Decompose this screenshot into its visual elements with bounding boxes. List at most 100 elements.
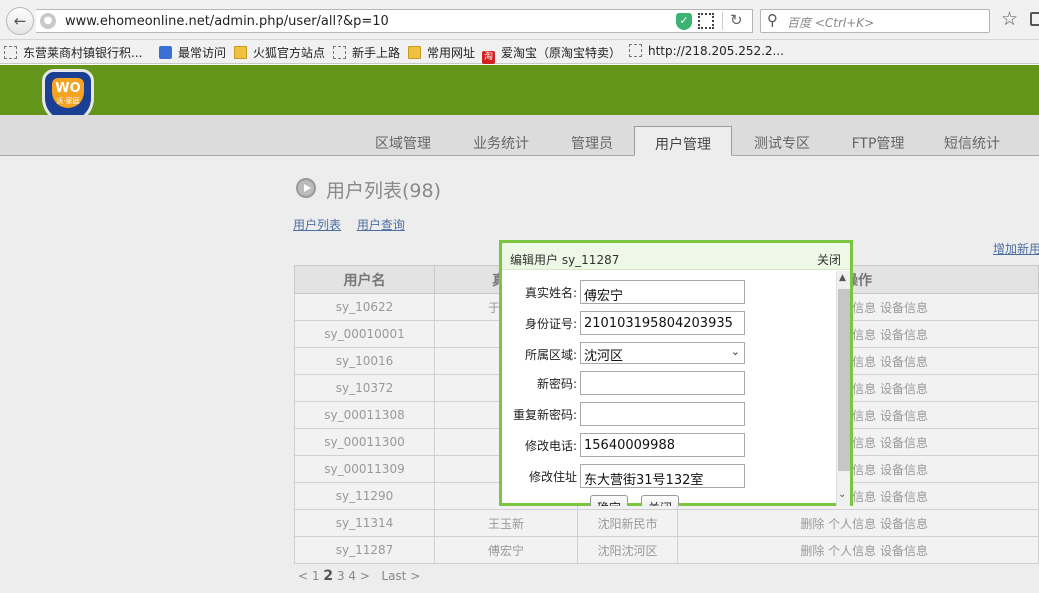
link-user-query[interactable]: 用户查询 xyxy=(357,218,405,232)
cell-username: sy_00011300 xyxy=(294,428,435,456)
edit-user-dialog: 编辑用户 sy_11287 关闭 真实姓名: 傅宏宁 身份证号: 2101031… xyxy=(499,240,853,506)
field-real-name: 真实姓名: 傅宏宁 xyxy=(502,280,832,304)
cell-username: sy_11314 xyxy=(294,509,435,537)
pager-page-3[interactable]: 3 xyxy=(337,569,345,583)
bookmark-item[interactable]: 火狐官方站点 xyxy=(234,44,325,61)
dialog-body: 真实姓名: 傅宏宁 身份证号: 210103195804203935 所属区域:… xyxy=(502,271,837,506)
real-name-label: 真实姓名: xyxy=(524,286,577,300)
browser-toolbar: ← ● www.ehomeonline.net/admin.php/user/a… xyxy=(0,0,1039,40)
bookmark-item[interactable]: http://218.205.252.2... xyxy=(629,44,784,58)
page-title: 用户列表(98) xyxy=(326,180,442,202)
scroll-up-icon[interactable]: ▲ xyxy=(839,273,846,283)
pager-page-1[interactable]: 1 xyxy=(312,569,320,583)
scroll-down-icon[interactable]: ⌄ xyxy=(838,489,846,500)
field-address: 修改住址 东大营街31号132室 xyxy=(502,464,832,488)
main-nav: 区域管理 业务统计 管理员 用户管理 测试专区 FTP管理 短信统计 xyxy=(0,115,1039,156)
repeat-password-label: 重复新密码: xyxy=(512,408,577,422)
tab-test[interactable]: 测试专区 xyxy=(740,126,824,156)
search-box[interactable]: ⚲ 百度 <Ctrl+K> xyxy=(760,9,990,33)
cell-username: sy_00011308 xyxy=(294,401,435,429)
bookmark-item[interactable]: 最常访问 xyxy=(159,44,226,61)
logo-subtitle: 沃·家庭 xyxy=(56,97,80,105)
tab-ftp[interactable]: FTP管理 xyxy=(838,126,918,156)
tab-users[interactable]: 用户管理 xyxy=(634,126,732,156)
cell-username: sy_10016 xyxy=(294,347,435,375)
play-icon xyxy=(296,178,316,198)
cell-realname: 王玉新 xyxy=(434,509,578,537)
pagination: < 1 2 3 4 > Last > xyxy=(298,568,420,584)
field-repeat-password: 重复新密码: xyxy=(502,402,832,426)
confirm-button[interactable]: 确定 xyxy=(590,495,629,506)
tab-stats[interactable]: 业务统计 xyxy=(459,126,543,156)
repeat-password-input[interactable] xyxy=(580,402,745,426)
bookmark-star-icon[interactable]: ☆ xyxy=(1001,8,1018,30)
reload-icon[interactable]: ↻ xyxy=(730,11,743,29)
link-user-list[interactable]: 用户列表 xyxy=(293,218,341,232)
url-bar[interactable]: ● www.ehomeonline.net/admin.php/user/all… xyxy=(36,9,753,33)
cell-ops[interactable]: 删除 个人信息 设备信息 xyxy=(677,509,1039,537)
url-text[interactable]: www.ehomeonline.net/admin.php/user/all?&… xyxy=(65,14,389,29)
phone-input[interactable]: 15640009988 xyxy=(580,433,745,457)
new-password-input[interactable] xyxy=(580,371,745,395)
field-new-password: 新密码: xyxy=(502,371,832,395)
pager-page-4[interactable]: 4 xyxy=(348,569,356,583)
chevron-down-icon: ⌄ xyxy=(730,345,740,358)
dialog-title: 编辑用户 sy_11287 xyxy=(510,253,620,267)
add-user-link[interactable]: 增加新用 xyxy=(993,240,1039,257)
pager-last[interactable]: Last > xyxy=(381,569,420,583)
qr-code-icon[interactable] xyxy=(698,13,714,29)
new-password-label: 新密码: xyxy=(536,377,577,391)
id-card-input[interactable]: 210103195804203935 xyxy=(580,311,745,335)
globe-icon: ● xyxy=(40,13,56,29)
site-header xyxy=(0,65,1039,115)
address-label: 修改住址 xyxy=(528,470,577,484)
tab-region[interactable]: 区域管理 xyxy=(361,126,445,156)
real-name-input[interactable]: 傅宏宁 xyxy=(580,280,745,304)
bookmark-item[interactable]: 东营莱商村镇银行积... xyxy=(4,44,142,61)
cell-username: sy_11290 xyxy=(294,482,435,510)
dialog-scrollbar[interactable]: ▲ ⌄ xyxy=(836,271,850,506)
cell-username: sy_00011309 xyxy=(294,455,435,483)
field-phone: 修改电话: 15640009988 xyxy=(502,433,832,457)
dialog-close-link[interactable]: 关闭 xyxy=(817,251,841,268)
tab-sms[interactable]: 短信统计 xyxy=(930,126,1014,156)
bookmark-item[interactable]: 新手上路 xyxy=(333,44,400,61)
phone-label: 修改电话: xyxy=(524,439,577,453)
bookmark-item[interactable]: 常用网址 xyxy=(408,44,475,61)
address-input[interactable]: 东大营街31号132室 xyxy=(580,464,745,488)
bookmark-item[interactable]: 淘爱淘宝（原淘宝特卖） xyxy=(482,44,621,64)
cell-ops[interactable]: 删除 个人信息 设备信息 xyxy=(677,536,1039,564)
folder-icon xyxy=(234,46,247,59)
scroll-thumb[interactable] xyxy=(838,289,850,471)
taobao-icon: 淘 xyxy=(482,51,495,64)
table-row: sy_11287 傅宏宁 沈阳沈河区 删除 个人信息 设备信息 xyxy=(294,536,1039,564)
most-visited-icon xyxy=(159,46,172,59)
page-icon xyxy=(4,46,17,59)
area-select[interactable]: 沈河区 ⌄ xyxy=(580,342,745,364)
page-icon xyxy=(629,44,642,57)
back-button[interactable]: ← xyxy=(6,7,34,35)
pager-page-current: 2 xyxy=(323,568,334,584)
dialog-header: 编辑用户 sy_11287 关闭 xyxy=(502,243,850,270)
url-separator xyxy=(722,12,723,30)
col-username: 用户名 xyxy=(294,265,435,294)
pager-prev[interactable]: < xyxy=(298,569,308,583)
area-label: 所属区域: xyxy=(524,348,577,362)
library-icon[interactable] xyxy=(1030,12,1039,26)
shield-icon[interactable]: ✓ xyxy=(676,13,692,30)
tab-admins[interactable]: 管理员 xyxy=(557,126,627,156)
field-area: 所属区域: 沈河区 ⌄ xyxy=(502,342,832,366)
field-id-card: 身份证号: 210103195804203935 xyxy=(502,311,832,335)
page-icon xyxy=(333,46,346,59)
close-button[interactable]: 关闭 xyxy=(641,495,680,506)
cell-username: sy_10622 xyxy=(294,293,435,321)
search-icon: ⚲ xyxy=(767,11,778,29)
cell-username: sy_10372 xyxy=(294,374,435,402)
cell-username: sy_00010001 xyxy=(294,320,435,348)
bookmarks-bar: 东营莱商村镇银行积... 最常访问 火狐官方站点 新手上路 常用网址 淘爱淘宝（… xyxy=(0,40,1039,64)
pager-next[interactable]: > xyxy=(360,569,370,583)
cell-area: 沈阳新民市 xyxy=(577,509,678,537)
sub-links: 用户列表 用户查询 xyxy=(293,216,417,233)
cell-area: 沈阳沈河区 xyxy=(577,536,678,564)
cell-username: sy_11287 xyxy=(294,536,435,564)
